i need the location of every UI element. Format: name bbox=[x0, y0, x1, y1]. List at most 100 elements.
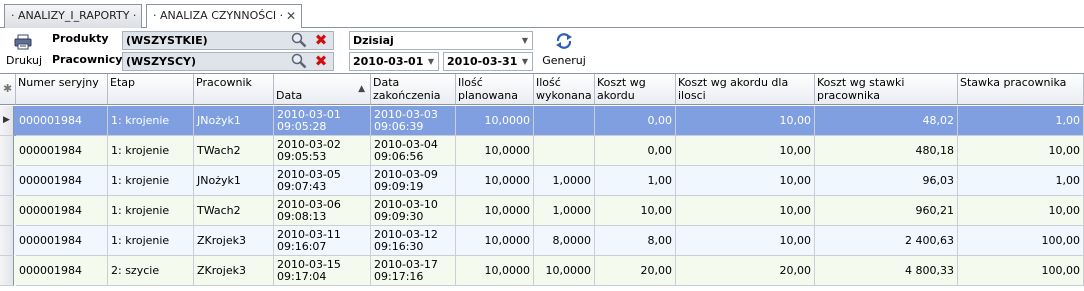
table-cell[interactable]: 2010-03-17 09:17:16 bbox=[371, 256, 456, 286]
table-cell[interactable] bbox=[534, 106, 595, 136]
table-cell[interactable]: 2010-03-12 09:16:30 bbox=[371, 226, 456, 256]
table-cell[interactable]: ZKrojek3 bbox=[194, 226, 274, 256]
table-cell[interactable]: 100,00 bbox=[958, 256, 1084, 286]
table-cell[interactable]: 000001984 bbox=[16, 106, 108, 136]
delete-x-icon[interactable]: ✖ bbox=[314, 54, 328, 69]
row-header[interactable]: ▶ bbox=[0, 106, 14, 136]
table-cell[interactable]: 8,0000 bbox=[534, 226, 595, 256]
table-cell[interactable]: 1: krojenie bbox=[108, 166, 194, 196]
table-cell[interactable]: 2010-03-04 09:06:56 bbox=[371, 136, 456, 166]
table-cell[interactable]: 1,0000 bbox=[534, 196, 595, 226]
table-cell[interactable]: 10,00 bbox=[958, 196, 1084, 226]
row-header[interactable] bbox=[0, 256, 14, 286]
table-cell[interactable]: 10,0000 bbox=[456, 226, 534, 256]
table-row[interactable]: ▶ 000001984 1: krojenie JNożyk1 2010-03-01 0… bbox=[0, 106, 1084, 136]
table-cell[interactable]: 1: krojenie bbox=[108, 226, 194, 256]
table-cell[interactable] bbox=[534, 136, 595, 166]
table-cell[interactable]: 2 400,63 bbox=[815, 226, 958, 256]
table-cell[interactable]: 000001984 bbox=[16, 136, 108, 166]
table-cell[interactable]: 100,00 bbox=[958, 226, 1084, 256]
row-header[interactable] bbox=[0, 226, 14, 256]
table-cell[interactable]: 1,00 bbox=[595, 166, 676, 196]
tab-analizy-i-raporty[interactable]: · ANALIZY_I_RAPORTY · bbox=[4, 4, 142, 28]
table-cell[interactable]: 2010-03-15 09:17:04 bbox=[274, 256, 371, 286]
magnifier-icon[interactable] bbox=[291, 53, 307, 69]
table-cell[interactable]: JNożyk1 bbox=[194, 106, 274, 136]
column-header-sorted[interactable]: Data rozpoczęcia ▲ bbox=[274, 74, 371, 105]
table-cell[interactable]: 10,0000 bbox=[456, 136, 534, 166]
tab-analiza-czynnosci[interactable]: · ANALIZA CZYNNOŚCI · ✕ bbox=[146, 4, 302, 29]
column-header[interactable]: Stawka pracownika bbox=[958, 74, 1084, 105]
table-row[interactable]: 000001984 1: krojenie TWach2 2010-03-02 09:… bbox=[0, 136, 1084, 166]
column-header[interactable]: Ilość wykonana bbox=[534, 74, 595, 105]
table-cell[interactable]: 960,21 bbox=[815, 196, 958, 226]
table-cell[interactable]: 48,02 bbox=[815, 106, 958, 136]
column-header[interactable]: Koszt wg akordu dla ilosci do wyprodukow… bbox=[676, 74, 815, 105]
column-header[interactable]: Ilość planowana bbox=[456, 74, 534, 105]
table-cell[interactable]: 1,00 bbox=[958, 106, 1084, 136]
table-cell[interactable]: 0,00 bbox=[595, 136, 676, 166]
table-cell[interactable]: 20,00 bbox=[676, 256, 815, 286]
table-cell[interactable]: 1: krojenie bbox=[108, 196, 194, 226]
table-cell[interactable]: 000001984 bbox=[16, 256, 108, 286]
table-cell[interactable]: 10,00 bbox=[676, 106, 815, 136]
table-cell[interactable]: 8,00 bbox=[595, 226, 676, 256]
table-cell[interactable]: 10,0000 bbox=[456, 106, 534, 136]
row-header[interactable] bbox=[0, 136, 14, 166]
column-header[interactable]: Koszt wg akordu bbox=[595, 74, 676, 105]
table-cell[interactable]: 10,00 bbox=[676, 226, 815, 256]
table-cell[interactable]: 10,0000 bbox=[456, 166, 534, 196]
column-header[interactable]: Numer seryjny bbox=[16, 74, 108, 105]
table-cell[interactable]: 000001984 bbox=[16, 196, 108, 226]
table-cell[interactable]: TWach2 bbox=[194, 136, 274, 166]
table-row[interactable]: 000001984 1: krojenie JNożyk1 2010-03-05 09… bbox=[0, 166, 1084, 196]
date-to-picker[interactable]: 2010-03-31 ▼ bbox=[443, 52, 533, 71]
table-row[interactable]: 000001984 1: krojenie TWach2 2010-03-06 09:… bbox=[0, 196, 1084, 226]
table-cell[interactable]: 2010-03-03 09:06:39 bbox=[371, 106, 456, 136]
table-cell[interactable]: 10,00 bbox=[676, 136, 815, 166]
table-cell[interactable]: JNożyk1 bbox=[194, 166, 274, 196]
table-cell[interactable]: 96,03 bbox=[815, 166, 958, 196]
table-cell[interactable]: 2010-03-10 09:09:30 bbox=[371, 196, 456, 226]
table-cell[interactable]: 4 800,33 bbox=[815, 256, 958, 286]
table-cell[interactable]: 10,00 bbox=[958, 136, 1084, 166]
table-cell[interactable]: ZKrojek3 bbox=[194, 256, 274, 286]
table-cell[interactable]: 1,0000 bbox=[534, 166, 595, 196]
period-select[interactable]: Dzisiaj ▼ bbox=[349, 31, 533, 50]
row-header[interactable] bbox=[0, 166, 14, 196]
table-cell[interactable]: 10,0000 bbox=[534, 256, 595, 286]
table-cell[interactable]: 20,00 bbox=[595, 256, 676, 286]
table-cell[interactable]: 2: szycie bbox=[108, 256, 194, 286]
grid-corner[interactable]: ✱ bbox=[0, 74, 16, 105]
table-cell[interactable]: 10,0000 bbox=[456, 256, 534, 286]
table-row[interactable]: 000001984 2: szycie ZKrojek3 2010-03-15 09:… bbox=[0, 256, 1084, 286]
column-header[interactable]: Pracownik bbox=[194, 74, 274, 105]
table-cell[interactable]: 10,00 bbox=[676, 166, 815, 196]
table-cell[interactable]: 1: krojenie bbox=[108, 106, 194, 136]
table-cell[interactable]: 2010-03-02 09:05:53 bbox=[274, 136, 371, 166]
table-cell[interactable]: 2010-03-05 09:07:43 bbox=[274, 166, 371, 196]
table-row[interactable]: 000001984 1: krojenie ZKrojek3 2010-03-11 0… bbox=[0, 226, 1084, 256]
table-cell[interactable]: 2010-03-01 09:05:28 bbox=[274, 106, 371, 136]
generate-button[interactable]: Generuj bbox=[541, 32, 587, 70]
table-cell[interactable]: 480,18 bbox=[815, 136, 958, 166]
print-button[interactable]: Drukuj bbox=[6, 32, 42, 70]
table-cell[interactable]: 0,00 bbox=[595, 106, 676, 136]
table-cell[interactable]: 000001984 bbox=[16, 226, 108, 256]
close-icon[interactable]: ✕ bbox=[286, 5, 296, 27]
delete-x-icon[interactable]: ✖ bbox=[314, 33, 328, 48]
table-cell[interactable]: TWach2 bbox=[194, 196, 274, 226]
table-cell[interactable]: 10,00 bbox=[595, 196, 676, 226]
row-header[interactable] bbox=[0, 196, 14, 226]
table-cell[interactable]: 10,0000 bbox=[456, 196, 534, 226]
table-cell[interactable]: 10,00 bbox=[676, 196, 815, 226]
table-cell[interactable]: 2010-03-06 09:08:13 bbox=[274, 196, 371, 226]
column-header[interactable]: Koszt wg stawki pracownika ( stawka x cz… bbox=[815, 74, 958, 105]
column-header[interactable]: Data zakończenia bbox=[371, 74, 456, 105]
table-cell[interactable]: 2010-03-11 09:16:07 bbox=[274, 226, 371, 256]
table-cell[interactable]: 000001984 bbox=[16, 166, 108, 196]
column-header[interactable]: Etap bbox=[108, 74, 194, 105]
table-cell[interactable]: 1,00 bbox=[958, 166, 1084, 196]
date-from-picker[interactable]: 2010-03-01 ▼ bbox=[349, 52, 439, 71]
magnifier-icon[interactable] bbox=[291, 32, 307, 48]
